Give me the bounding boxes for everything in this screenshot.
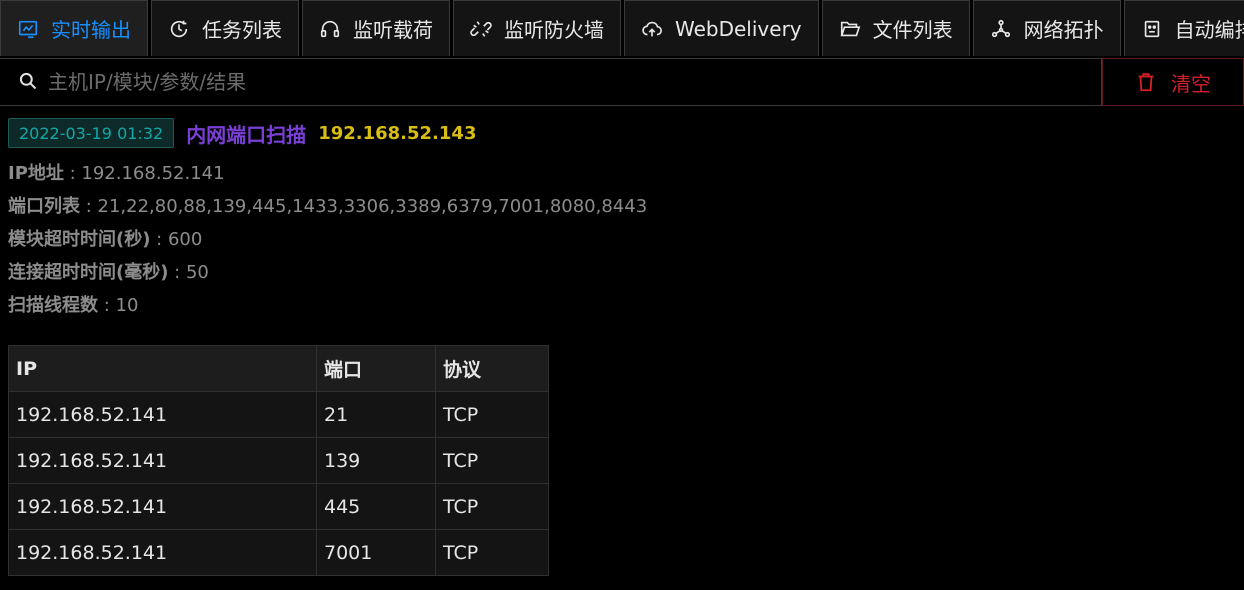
log-header: 2022-03-19 01:32 内网端口扫描 192.168.52.143 <box>8 117 647 149</box>
param-separator: : <box>98 295 116 316</box>
cell-port: 445 <box>316 483 436 530</box>
robot-icon <box>1141 18 1163 40</box>
param-row: 连接超时时间(毫秒) : 50 <box>8 256 647 289</box>
folder-open-icon <box>839 18 861 40</box>
clear-button-label: 清空 <box>1171 71 1211 96</box>
param-value: 600 <box>167 229 203 250</box>
table-row: 192.168.52.141 21 TCP <box>8 391 549 438</box>
cell-ip: 192.168.52.141 <box>8 437 317 484</box>
module-name: 内网端口扫描 <box>186 122 307 147</box>
param-row: 模块超时时间(秒) : 600 <box>8 223 647 256</box>
tab-label: 任务列表 <box>202 18 282 42</box>
param-key: IP地址 <box>8 163 64 184</box>
cell-ip: 192.168.52.141 <box>8 391 317 438</box>
tab-label: 文件列表 <box>872 18 953 42</box>
tab-network-topology[interactable]: 网络拓扑 <box>972 0 1121 56</box>
param-row: 扫描线程数 : 10 <box>8 289 647 322</box>
param-value: 10 <box>115 295 139 316</box>
param-key: 扫描线程数 <box>8 295 98 316</box>
tab-label: 实时输出 <box>51 18 131 42</box>
table-header-row: IP 端口 协议 <box>8 345 549 392</box>
cell-ip: 192.168.52.141 <box>8 529 317 576</box>
param-key: 模块超时时间(秒) <box>8 229 151 250</box>
dashboard-icon <box>17 18 39 40</box>
tab-label: 网络拓扑 <box>1023 18 1104 42</box>
column-header-ip: IP <box>8 345 317 392</box>
param-row: IP地址 : 192.168.52.141 <box>8 157 647 190</box>
param-separator: : <box>63 163 82 184</box>
tab-label: 监听载荷 <box>353 18 433 42</box>
cell-protocol: TCP <box>435 483 549 530</box>
tab-auto-orchestration[interactable]: 自动编排 <box>1123 0 1244 56</box>
tab-label: WebDelivery <box>675 16 802 41</box>
search-field <box>0 59 1102 105</box>
clear-button[interactable]: 清空 <box>1102 58 1244 106</box>
delete-icon <box>1138 73 1154 92</box>
clock-icon <box>168 18 190 40</box>
result-table: IP 端口 协议 192.168.52.141 21 TCP 192.168.5… <box>8 345 549 576</box>
topology-icon <box>990 18 1012 40</box>
param-separator: : <box>80 196 98 217</box>
cell-port: 7001 <box>316 529 436 576</box>
param-value: 50 <box>185 262 209 283</box>
column-header-protocol: 协议 <box>435 345 549 392</box>
table-row: 192.168.52.141 7001 TCP <box>8 529 549 576</box>
target-ip: 192.168.52.143 <box>318 122 477 144</box>
tab-file-list[interactable]: 文件列表 <box>821 0 970 56</box>
headset-icon <box>319 18 341 40</box>
tab-webdelivery[interactable]: WebDelivery <box>624 0 819 56</box>
table-row: 192.168.52.141 445 TCP <box>8 483 549 530</box>
search-input[interactable] <box>46 69 1101 95</box>
param-value: 21,22,80,88,139,445,1433,3306,3389,6379,… <box>97 196 648 217</box>
param-list: IP地址 : 192.168.52.141 端口列表 : 21,22,80,88… <box>8 157 647 322</box>
cell-protocol: TCP <box>435 529 549 576</box>
cell-port: 21 <box>316 391 436 438</box>
param-separator: : <box>168 262 186 283</box>
column-header-port: 端口 <box>316 345 436 392</box>
tab-label: 自动编排 <box>1174 18 1244 42</box>
log-entry: 2022-03-19 01:32 内网端口扫描 192.168.52.143 I… <box>8 117 647 322</box>
cell-protocol: TCP <box>435 391 549 438</box>
cell-ip: 192.168.52.141 <box>8 483 317 530</box>
search-icon <box>18 71 40 93</box>
param-row: 端口列表 : 21,22,80,88,139,445,1433,3306,338… <box>8 190 647 223</box>
param-separator: : <box>150 229 168 250</box>
tab-label: 监听防火墙 <box>504 18 604 42</box>
param-value: 192.168.52.141 <box>81 163 225 184</box>
tab-realtime-output[interactable]: 实时输出 <box>0 0 148 56</box>
param-key: 端口列表 <box>8 196 80 217</box>
param-key: 连接超时时间(毫秒) <box>8 262 169 283</box>
app-window: 实时输出 任务列表 监听载荷 监听防火墙 WebDelivery 文件列表 网络… <box>0 0 1244 590</box>
cell-protocol: TCP <box>435 437 549 484</box>
cloud-upload-icon <box>641 18 663 40</box>
search-bar: 清空 <box>0 58 1244 106</box>
timestamp-tag: 2022-03-19 01:32 <box>8 118 175 148</box>
cell-port: 139 <box>316 437 436 484</box>
tab-listen-firewall[interactable]: 监听防火墙 <box>453 0 621 56</box>
disconnect-icon <box>470 18 492 40</box>
tab-listen-payload[interactable]: 监听载荷 <box>302 0 450 56</box>
table-row: 192.168.52.141 139 TCP <box>8 437 549 484</box>
tab-bar: 实时输出 任务列表 监听载荷 监听防火墙 WebDelivery 文件列表 网络… <box>0 0 1244 58</box>
tab-task-list[interactable]: 任务列表 <box>151 0 299 56</box>
